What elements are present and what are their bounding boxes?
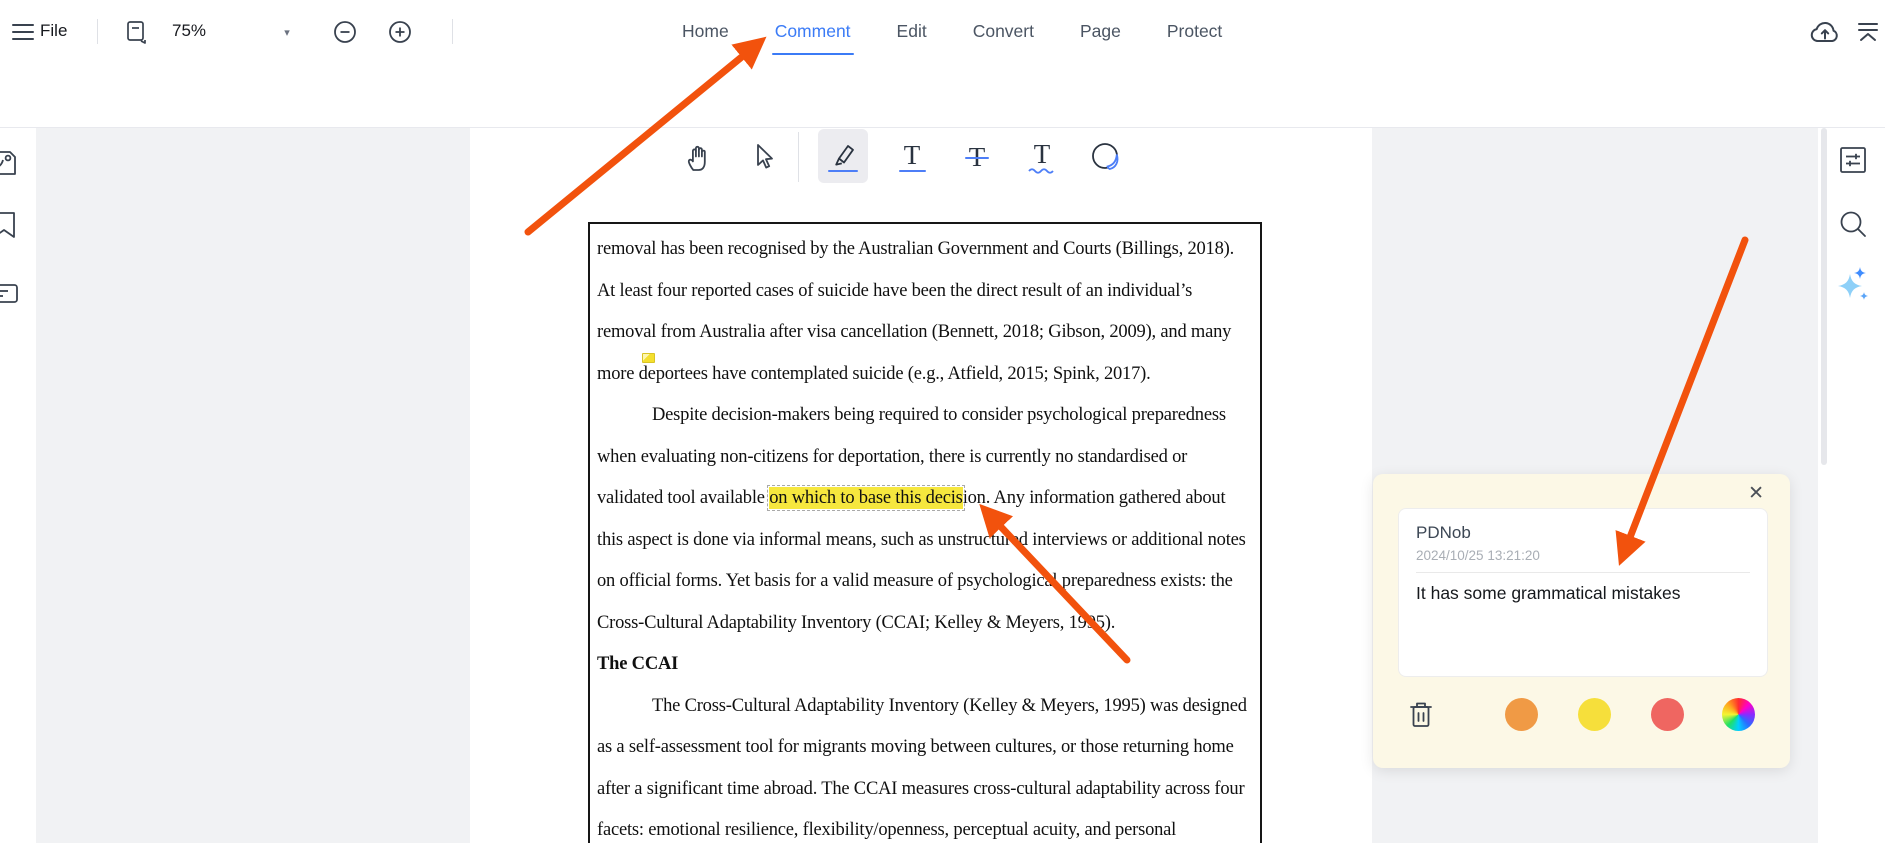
document-line: Cross-Cultural Adaptability Inventory (C… (597, 603, 1253, 645)
underline-icon: T (904, 142, 921, 168)
tab-page[interactable]: Page (1080, 0, 1121, 62)
document-line: facets: emotional resilience, flexibilit… (597, 810, 1253, 843)
document-text-run: validated tool available (597, 488, 769, 508)
squiggly-underline-tool-button[interactable]: T (1020, 131, 1064, 183)
tab-convert[interactable]: Convert (973, 0, 1034, 62)
document-line: validated tool available on which to bas… (597, 478, 1253, 520)
cloud-upload-icon[interactable] (1808, 18, 1842, 46)
document-line: after a significant time abroad. The CCA… (597, 769, 1253, 811)
close-icon[interactable]: ✕ (1748, 482, 1764, 505)
annotation-list-icon[interactable] (0, 276, 21, 310)
note-comment-text[interactable]: It has some grammatical mistakes (1416, 583, 1750, 604)
document-line: more deportees have contemplated suicide… (597, 354, 1253, 396)
ai-assistant-icon[interactable] (1837, 266, 1869, 298)
main-toolbar-row: File 75% ▾ Home Comment Edit Convert Page Pro… (0, 0, 1885, 62)
document-line: The Cross-Cultural Adaptability Inventor… (597, 686, 1253, 728)
document-line: removal has been recognised by the Austr… (597, 229, 1253, 271)
note-timestamp: 2024/10/25 13:21:20 (1416, 548, 1750, 573)
pencil-circle-tool-button[interactable] (1085, 131, 1129, 183)
note-color-swatches (1505, 698, 1684, 731)
note-color-swatch-3[interactable] (1651, 698, 1684, 731)
note-color-picker[interactable] (1722, 698, 1755, 731)
page-thumbnails-icon[interactable] (0, 146, 21, 180)
tab-comment[interactable]: Comment (775, 0, 851, 62)
file-menu-button[interactable]: File (40, 0, 67, 62)
pdf-editor-app: File 75% ▾ Home Comment Edit Convert Page Pro… (0, 0, 1885, 843)
annotation-toolbar: T T T (0, 62, 1885, 128)
document-line: when evaluating non-citizens for deporta… (597, 437, 1253, 479)
page-fit-icon[interactable] (124, 19, 150, 45)
sticky-note-popup: ✕ PDNob 2024/10/25 13:21:20 It has some … (1373, 474, 1790, 768)
zoom-dropdown-caret-icon[interactable]: ▾ (280, 26, 294, 38)
trash-icon[interactable] (1406, 698, 1436, 732)
underline-tool-button[interactable]: T (890, 131, 934, 183)
highlight-annotation[interactable]: on which to base this decis (769, 487, 962, 509)
tab-home[interactable]: Home (682, 0, 729, 62)
pdf-page: removal has been recognised by the Austr… (470, 128, 1372, 843)
document-line: The CCAI (597, 644, 1253, 686)
tab-edit[interactable]: Edit (897, 0, 927, 62)
toolbar: File 75% ▾ Home Comment Edit Convert Page Pro… (0, 0, 1885, 128)
divider (798, 132, 799, 182)
nav-tabs: Home Comment Edit Convert Page Protect (682, 0, 1222, 62)
divider (452, 19, 453, 44)
collapse-toolbar-icon[interactable] (1855, 19, 1881, 45)
tab-protect[interactable]: Protect (1167, 0, 1222, 62)
document-text-run: ion. Any information gathered about (963, 488, 1226, 508)
document-line: Despite decision-makers being required t… (597, 395, 1253, 437)
document-text: removal has been recognised by the Austr… (588, 222, 1262, 843)
scrollbar-thumb[interactable] (1821, 128, 1827, 465)
document-line: this aspect is done via informal means, … (597, 520, 1253, 562)
hamburger-menu-icon[interactable] (10, 20, 36, 44)
divider (97, 19, 98, 44)
note-card: PDNob 2024/10/25 13:21:20 It has some gr… (1398, 508, 1768, 677)
zoom-out-button[interactable] (333, 20, 357, 44)
squiggly-icon: T (1034, 141, 1051, 167)
note-color-swatch-2[interactable] (1578, 698, 1611, 731)
zoom-in-button[interactable] (388, 20, 412, 44)
note-actions (1373, 698, 1790, 732)
zoom-level-value[interactable]: 75% (172, 0, 206, 62)
search-icon[interactable] (1837, 208, 1869, 240)
properties-panel-icon[interactable] (1837, 144, 1869, 176)
right-sidebar (1818, 128, 1885, 843)
highlight-tool-button[interactable] (818, 129, 868, 183)
pencil-circle-icon (1090, 140, 1124, 174)
hand-tool-button[interactable] (680, 131, 716, 183)
highlighter-icon (828, 140, 858, 168)
document-line: removal from Australia after visa cancel… (597, 312, 1253, 354)
sticky-note-marker-icon[interactable] (642, 353, 655, 363)
document-line: At least four reported cases of suicide … (597, 271, 1253, 313)
bookmarks-icon[interactable] (0, 208, 21, 242)
select-cursor-tool-button[interactable] (746, 131, 780, 183)
document-line: on official forms. Yet basis for a valid… (597, 561, 1253, 603)
left-sidebar (0, 128, 36, 843)
note-author: PDNob (1416, 523, 1750, 543)
workspace: removal has been recognised by the Austr… (0, 128, 1885, 843)
document-line: as a self-assessment tool for migrants m… (597, 727, 1253, 769)
note-color-swatch-1[interactable] (1505, 698, 1538, 731)
strikethrough-tool-button[interactable]: T (955, 131, 999, 183)
